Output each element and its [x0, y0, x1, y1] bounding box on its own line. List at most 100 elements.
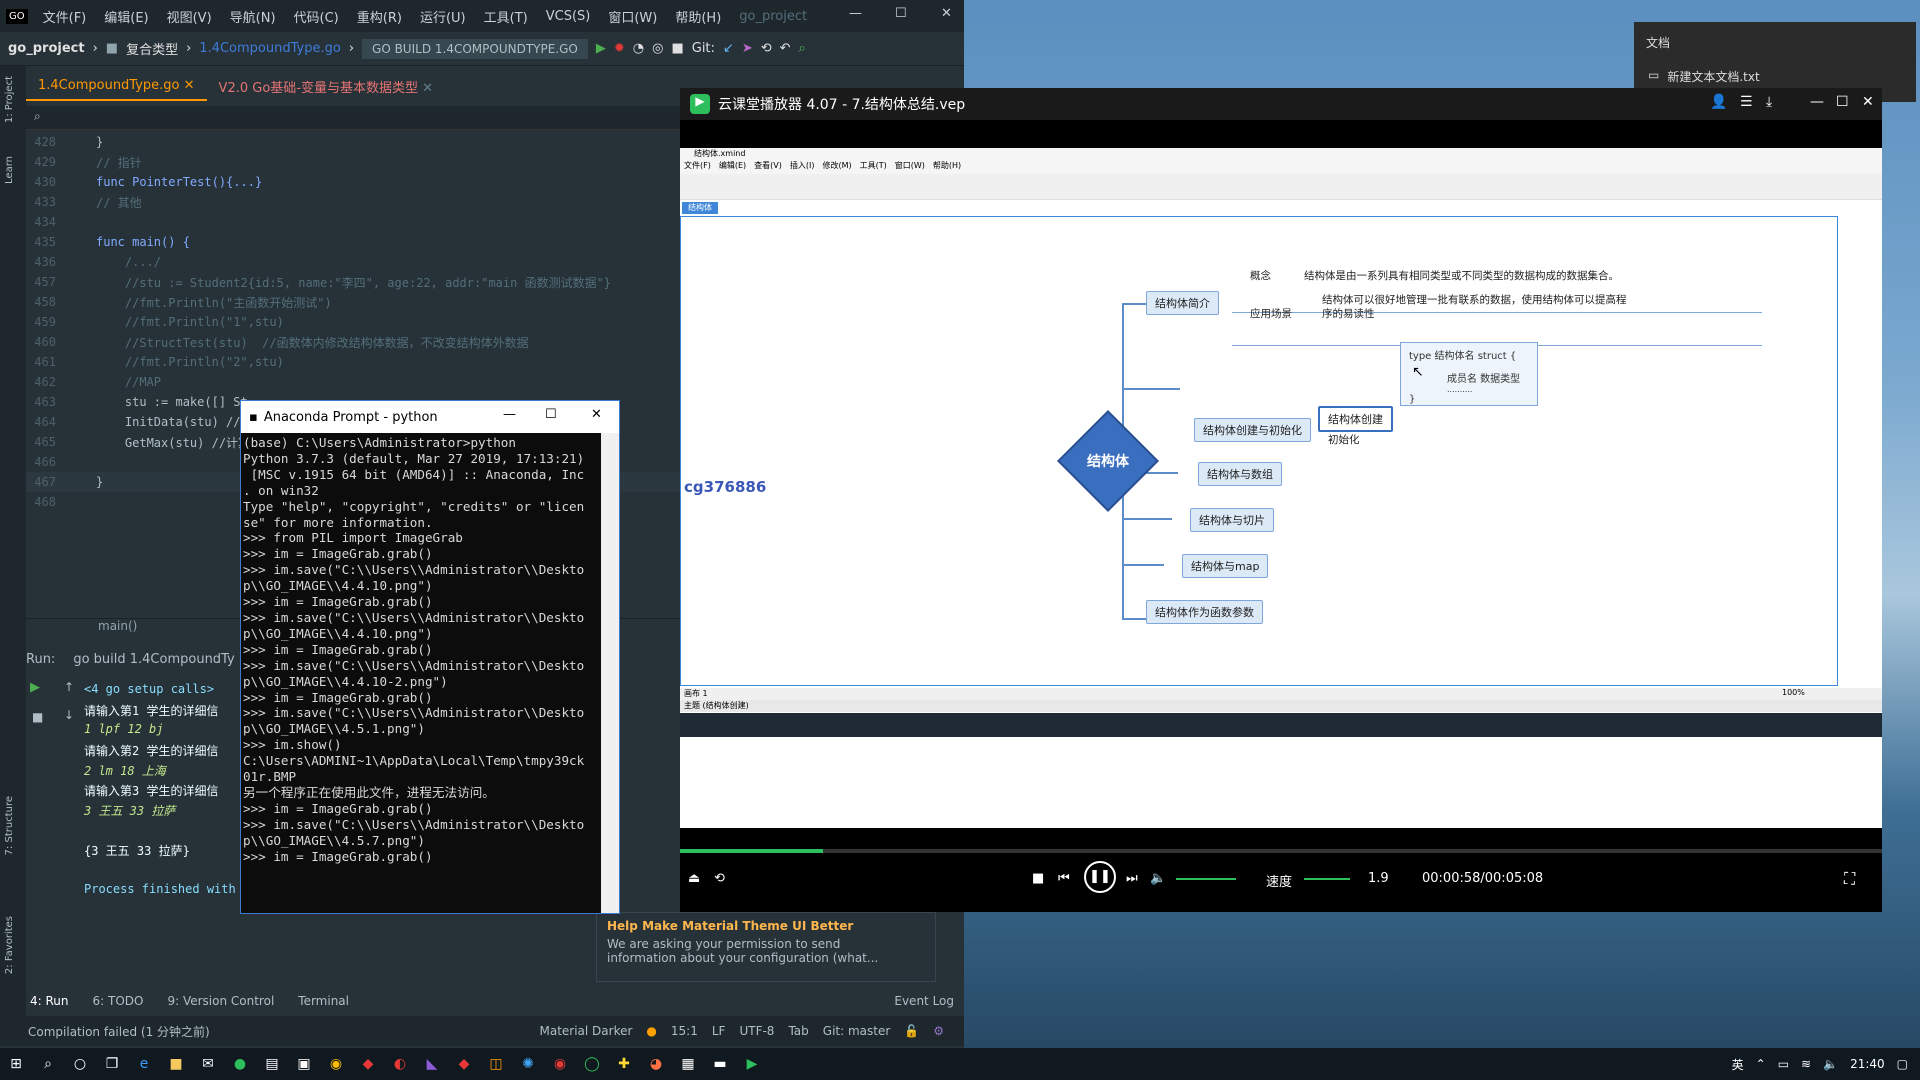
menu-edit[interactable]: 编辑(E) [95, 7, 157, 26]
code-line[interactable]: 433 // 其他 [26, 192, 680, 212]
wechat-icon[interactable]: ● [224, 1050, 256, 1078]
scene-label[interactable]: 应用场景 [1250, 306, 1292, 321]
speed-slider[interactable] [1304, 878, 1350, 880]
maximize-icon[interactable]: ☐ [1836, 94, 1849, 110]
notepad-icon[interactable]: ▤ [256, 1050, 288, 1078]
pause-button[interactable]: ❚❚ [1084, 861, 1116, 893]
code-line[interactable]: 460 //StructTest(stu) //函数体内修改结构体数据，不改变结… [26, 332, 680, 352]
menu-view[interactable]: 视图(V) [158, 7, 221, 26]
mail-icon[interactable]: ✉ [192, 1050, 224, 1078]
search-icon[interactable]: ⌕ [32, 1050, 64, 1078]
menu-refactor[interactable]: 重构(R) [348, 7, 411, 26]
menu-vcs[interactable]: VCS(S) [537, 9, 600, 24]
code-line[interactable]: 434 [26, 212, 680, 232]
firefox-icon[interactable]: ◕ [640, 1050, 672, 1078]
scene-text-2[interactable]: 序的易读性 [1322, 306, 1375, 321]
maximize-icon[interactable]: ☐ [886, 6, 916, 21]
app-icon[interactable]: ✺ [512, 1050, 544, 1078]
tab-doc[interactable]: V2.0 Go基础-变量与基本数据类型 ✕ [207, 71, 445, 102]
coverage-icon[interactable]: ◔ [633, 41, 644, 56]
task-view-icon[interactable]: ❐ [96, 1050, 128, 1078]
tab-todo[interactable]: 6: TODO [93, 994, 144, 1008]
goland-icon[interactable]: ▦ [672, 1050, 704, 1078]
volume-slider[interactable] [1176, 878, 1236, 880]
close-icon[interactable]: ✕ [1862, 94, 1874, 110]
menu-window[interactable]: 窗口(W) [599, 7, 666, 26]
menu-tools[interactable]: 工具(T) [475, 7, 537, 26]
code-line[interactable]: 430 func PointerTest(){...} [26, 172, 680, 192]
progress-track[interactable] [680, 849, 1882, 853]
menu-navigate[interactable]: 导航(N) [221, 7, 285, 26]
code-line[interactable]: 462 //MAP [26, 372, 680, 392]
concept-label[interactable]: 概念 [1250, 268, 1271, 283]
profile-icon[interactable]: ◎ [652, 41, 663, 56]
scroll-down-icon[interactable]: ↓ [64, 708, 74, 722]
next-icon[interactable]: ⏭ [1126, 871, 1138, 886]
vcs-commit-icon[interactable]: ➤ [742, 41, 753, 56]
vcs-update-icon[interactable]: ↙ [723, 41, 734, 56]
node-init[interactable]: 初始化 [1328, 432, 1360, 447]
close-icon[interactable]: ✕ [932, 6, 961, 21]
tab-run[interactable]: 4: Run [30, 994, 69, 1008]
code-line[interactable]: 458 //fmt.Println("主函数开始测试") [26, 292, 680, 312]
indent[interactable]: Tab [788, 1024, 808, 1038]
app-icon[interactable]: ✚ [608, 1050, 640, 1078]
menu-code[interactable]: 代码(C) [285, 7, 348, 26]
console-output[interactable]: (base) C:\Users\Administrator>python Pyt… [243, 435, 601, 911]
branch-intro[interactable]: 结构体简介 [1146, 291, 1219, 315]
tray-up-icon[interactable]: ⌃ [1756, 1057, 1766, 1071]
app-icon[interactable]: ◆ [352, 1050, 384, 1078]
maximize-icon[interactable]: ☐ [545, 407, 557, 422]
git-branch[interactable]: Git: master [823, 1024, 891, 1038]
debug-icon[interactable]: ✹ [614, 41, 625, 56]
cursor-pos[interactable]: 15:1 [671, 1024, 698, 1038]
clock[interactable]: 21:40 [1850, 1057, 1885, 1071]
prev-icon[interactable]: ⏮ [1058, 871, 1070, 886]
app-icon[interactable]: ◆ [448, 1050, 480, 1078]
nav-file[interactable]: 1.4CompoundType.go [199, 41, 341, 56]
store-icon[interactable]: ▣ [288, 1050, 320, 1078]
explorer-file[interactable]: ▭ 新建文本文档.txt [1648, 68, 1760, 85]
app-icon[interactable]: ◫ [480, 1050, 512, 1078]
lock-icon[interactable]: 🔓 [904, 1024, 919, 1038]
branch-array[interactable]: 结构体与数组 [1198, 462, 1282, 486]
menu-file[interactable]: 文件(F) [34, 7, 96, 26]
theme-label[interactable]: Material Darker [539, 1024, 632, 1038]
stop-icon[interactable]: ■ [32, 710, 43, 724]
player-icon[interactable]: ▶ [736, 1050, 768, 1078]
code-line[interactable]: 457 //stu := Student2{id:5, name:"李四", a… [26, 272, 680, 292]
battery-icon[interactable]: ▭ [1778, 1057, 1789, 1071]
edge-icon[interactable]: e [128, 1050, 160, 1078]
app-icon[interactable]: ◯ [576, 1050, 608, 1078]
close-icon[interactable]: ✕ [591, 407, 602, 422]
user-icon[interactable]: 👤 [1710, 94, 1727, 110]
code-line[interactable]: 436 /.../ [26, 252, 680, 272]
vs-icon[interactable]: ◣ [416, 1050, 448, 1078]
structure-tool-tab[interactable]: 7: Structure [4, 796, 15, 855]
console-scrollbar[interactable] [601, 433, 619, 913]
tab-compound-type[interactable]: 1.4CompoundType.go ✕ [26, 72, 207, 101]
menu-help[interactable]: 帮助(H) [666, 7, 730, 26]
tab-terminal[interactable]: Terminal [298, 994, 349, 1008]
download-icon[interactable]: ⤓ [1766, 94, 1772, 110]
learn-tool-tab[interactable]: Learn [4, 156, 15, 184]
minimize-icon[interactable]: — [840, 6, 871, 21]
terminal-icon[interactable]: ▬ [704, 1050, 736, 1078]
fullscreen-icon[interactable]: ⛶ [1844, 869, 1855, 889]
encoding[interactable]: UTF-8 [739, 1024, 774, 1038]
video-frame[interactable]: 结构体.xmind 文件(F) 编辑(E) 查看(V) 插入(I) 修改(M) … [680, 148, 1882, 828]
loop-icon[interactable]: ⟲ [714, 871, 725, 886]
branch-func-param[interactable]: 结构体作为函数参数 [1146, 600, 1263, 624]
find-bar[interactable]: ⌕ [26, 106, 680, 130]
branch-map[interactable]: 结构体与map [1182, 554, 1269, 578]
rerun-icon[interactable]: ▶ [30, 680, 50, 695]
stop-icon[interactable]: ■ [1032, 871, 1044, 886]
volume-icon[interactable]: 🔈 [1823, 1057, 1838, 1071]
wifi-icon[interactable]: ≋ [1801, 1057, 1811, 1071]
app-icon[interactable]: ◐ [384, 1050, 416, 1078]
favorites-tool-tab[interactable]: 2: Favorites [4, 916, 15, 974]
project-tool-tab[interactable]: 1: Project [4, 76, 15, 123]
start-icon[interactable]: ⊞ [0, 1050, 32, 1078]
volume-icon[interactable]: 🔈 [1150, 871, 1166, 886]
search-icon[interactable]: ⌕ [799, 41, 806, 56]
